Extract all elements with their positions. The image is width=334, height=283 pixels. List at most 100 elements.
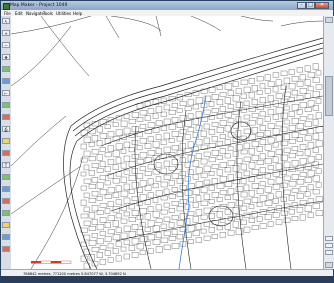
scroll-zoom-button[interactable] [325, 236, 333, 241]
scroll-zoom-button[interactable] [325, 250, 333, 255]
parcel [283, 217, 291, 223]
parcel [115, 227, 122, 233]
ruler-button[interactable]: ⊢ [2, 90, 10, 96]
parcel [155, 134, 162, 140]
parcel [227, 104, 234, 109]
print-button[interactable]: ⎙ [2, 126, 10, 132]
parcel [312, 63, 319, 70]
scroll-zoom-button[interactable] [325, 243, 333, 248]
text-button[interactable]: T [2, 162, 10, 168]
parcel [83, 150, 91, 157]
parcel [291, 188, 299, 193]
parcel [104, 166, 111, 172]
parcel [139, 194, 147, 201]
parcel [139, 236, 148, 243]
parcel [144, 143, 152, 149]
parcel [147, 122, 156, 128]
map-canvas[interactable] [11, 16, 323, 269]
layer-red-button[interactable] [2, 198, 10, 204]
parcel [147, 220, 155, 227]
parcel [243, 156, 251, 162]
scroll-thumb[interactable] [325, 76, 333, 116]
parcel [152, 113, 159, 119]
parcel [296, 179, 305, 185]
layer-green-button[interactable] [2, 102, 10, 108]
parcel [155, 232, 162, 238]
scroll-down-arrow-icon[interactable] [325, 262, 333, 268]
pan-button[interactable]: ✥ [2, 54, 10, 60]
vertical-scrollbar[interactable] [323, 16, 334, 269]
parcel [283, 77, 291, 84]
parcel [112, 234, 121, 241]
layer-blue-button[interactable] [2, 186, 10, 192]
parcel [304, 205, 312, 212]
layer-red-button[interactable] [2, 246, 10, 252]
parcel [211, 234, 218, 239]
parcel [283, 175, 291, 181]
parcel [203, 123, 210, 130]
parcel [272, 212, 280, 218]
parcel [155, 190, 163, 197]
parcel [248, 162, 256, 169]
parcel [179, 101, 187, 106]
parcel [296, 193, 304, 199]
parcel [91, 135, 99, 142]
parcel [304, 121, 312, 127]
parcel [187, 183, 195, 189]
parcel [80, 143, 87, 150]
parcel [235, 130, 242, 137]
parcel [251, 183, 259, 189]
layer-red-button[interactable] [2, 150, 10, 156]
parcel [131, 196, 139, 201]
parcel [216, 155, 223, 160]
zoom-in-button[interactable]: + [2, 30, 10, 36]
parcel [227, 188, 235, 195]
layer-green-button[interactable] [2, 210, 10, 216]
parcel [192, 188, 200, 195]
parcel [155, 148, 162, 154]
parcel [163, 202, 170, 208]
parcel [136, 159, 145, 165]
parcel [272, 198, 279, 204]
layer-red-button[interactable] [2, 114, 10, 120]
parcel [91, 205, 99, 212]
maximize-button[interactable]: □ [306, 2, 315, 9]
parcel [275, 191, 282, 198]
parcel [315, 140, 323, 147]
parcel [88, 142, 95, 147]
parcel [184, 106, 192, 111]
parcel [267, 81, 275, 87]
parcel [123, 239, 130, 245]
layer-yellow-button[interactable] [2, 222, 10, 228]
parcel [240, 219, 247, 225]
parcel [120, 246, 127, 252]
parcel [107, 131, 115, 138]
minimize-button[interactable]: – [297, 2, 306, 9]
parcel [256, 188, 264, 195]
parcel [176, 122, 183, 128]
layer-yellow-button[interactable] [2, 138, 10, 144]
parcel [256, 76, 264, 82]
parcel [168, 166, 176, 171]
parcel [259, 153, 266, 160]
parcel [88, 170, 95, 176]
parcel [131, 238, 140, 245]
parcel [296, 67, 303, 73]
pointer-button[interactable]: ↖ [2, 18, 10, 24]
layer-blue-button[interactable] [2, 78, 10, 84]
parcel [267, 221, 274, 227]
title-bar[interactable]: Map Maker - Project 1049 – □ ✕ [1, 1, 333, 10]
close-button[interactable]: ✕ [315, 2, 329, 9]
parcel [264, 116, 271, 122]
parcel [187, 127, 195, 133]
parcel [243, 114, 251, 120]
parcel [227, 174, 234, 181]
parcel [128, 189, 135, 194]
scroll-up-arrow-icon[interactable] [325, 17, 333, 23]
zoom-out-button[interactable]: − [2, 42, 10, 48]
layer-blue-button[interactable] [2, 234, 10, 240]
layer-green-button[interactable] [2, 174, 10, 180]
parcel [147, 108, 155, 114]
layer-green-button[interactable] [2, 66, 10, 72]
parcel [176, 206, 184, 212]
